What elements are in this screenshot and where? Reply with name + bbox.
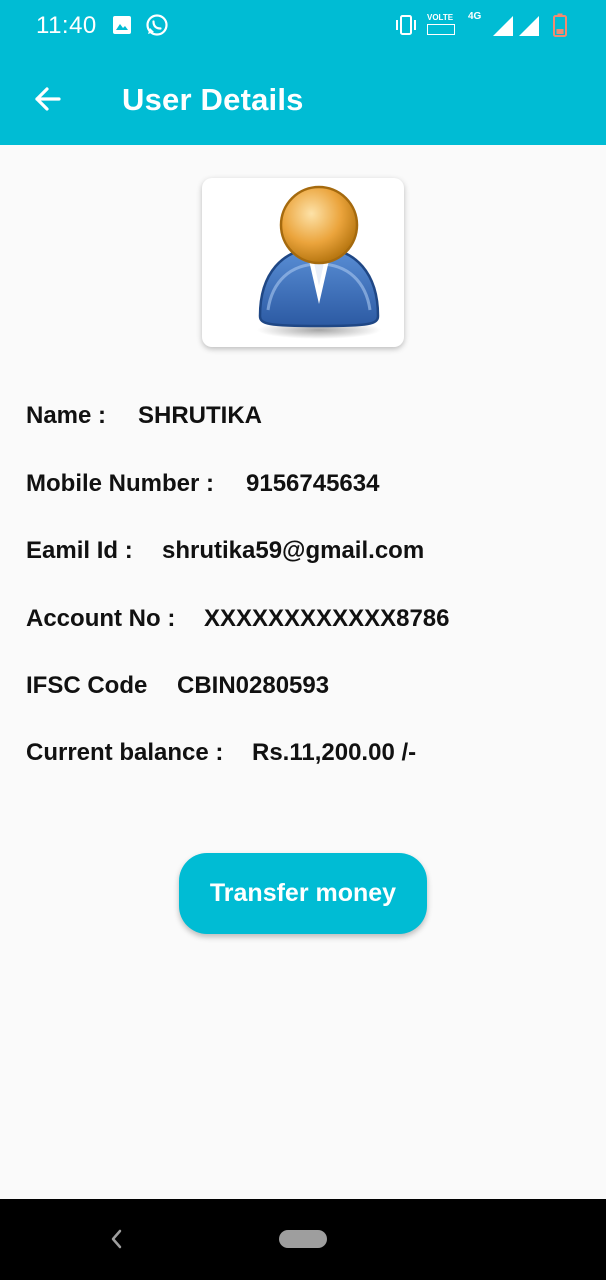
- ifsc-row: IFSC Code CBIN0280593: [26, 672, 329, 700]
- mobile-label: Mobile Number :: [26, 470, 215, 497]
- image-icon: [113, 16, 131, 34]
- mobile-value: 9156745634: [246, 470, 380, 497]
- volte-label: VOLTE: [427, 13, 454, 22]
- back-button[interactable]: [22, 74, 72, 124]
- ifsc-label: IFSC Code: [26, 672, 148, 699]
- arrow-left-icon: [35, 87, 61, 111]
- balance-value: Rs.11,200.00 /-: [252, 739, 417, 766]
- status-time: 11:40: [36, 12, 97, 39]
- whatsapp-icon: [146, 14, 168, 36]
- network-type-label: 4G: [468, 11, 482, 22]
- app-bar: User Details: [0, 52, 606, 145]
- nav-home-button[interactable]: [279, 1230, 327, 1248]
- balance-label: Current balance :: [26, 739, 224, 766]
- account-value: XXXXXXXXXXXX8786: [204, 605, 450, 632]
- signal-icon: [519, 16, 539, 36]
- email-label: Eamil Id :: [26, 537, 133, 564]
- user-avatar-icon: [257, 185, 381, 339]
- mobile-row: Mobile Number : 9156745634: [26, 470, 379, 498]
- system-nav-bar: [0, 1199, 606, 1280]
- balance-row: Current balance : Rs.11,200.00 /-: [26, 739, 416, 767]
- name-label: Name :: [26, 402, 107, 429]
- status-bar: 11:40 VOLTE 4G: [0, 0, 606, 52]
- account-row: Account No : XXXXXXXXXXXX8786: [26, 605, 449, 633]
- email-value: shrutika59@gmail.com: [162, 537, 425, 564]
- email-row: Eamil Id : shrutika59@gmail.com: [26, 537, 424, 565]
- name-row: Name : SHRUTIKA: [26, 402, 262, 430]
- nav-back-icon[interactable]: [104, 1225, 128, 1253]
- signal-icon: [493, 16, 513, 36]
- vibrate-icon: [396, 15, 416, 35]
- volte-icon: VOLTE: [427, 13, 457, 37]
- battery-icon: [553, 13, 567, 37]
- transfer-money-button[interactable]: Transfer money: [179, 853, 427, 934]
- page-title: User Details: [122, 82, 304, 117]
- transfer-money-label: Transfer money: [209, 879, 397, 907]
- ifsc-value: CBIN0280593: [177, 672, 330, 699]
- name-value: SHRUTIKA: [138, 402, 262, 429]
- avatar: [202, 178, 404, 347]
- account-label: Account No :: [26, 605, 176, 632]
